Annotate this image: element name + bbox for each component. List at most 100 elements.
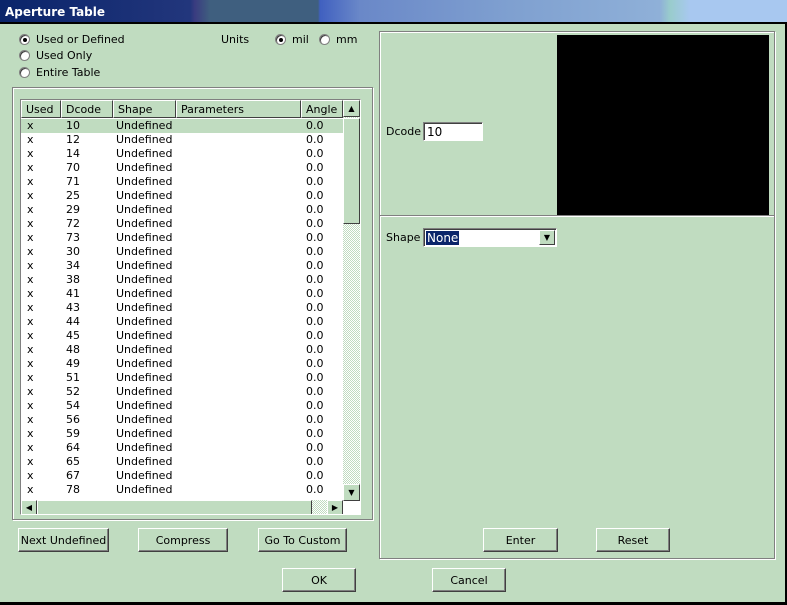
table-row[interactable]: x 12 Undefined 0.0	[21, 133, 343, 147]
cell-angle: 0.0	[306, 413, 324, 426]
cell-angle: 0.0	[306, 469, 324, 482]
radio-indicator	[19, 67, 30, 78]
cell-shape: Undefined	[116, 385, 173, 398]
compress-button[interactable]: Compress	[138, 528, 228, 552]
dcode-input[interactable]: 10	[423, 122, 483, 141]
cell-shape: Undefined	[116, 217, 173, 230]
cell-used: x	[27, 441, 34, 454]
radio-indicator	[275, 34, 286, 45]
cell-dcode: 70	[66, 161, 80, 174]
next-undefined-button[interactable]: Next Undefined	[18, 528, 109, 552]
table-row[interactable]: x 54 Undefined 0.0	[21, 399, 343, 413]
scroll-left-arrow-icon[interactable]: ◀	[21, 500, 37, 514]
cancel-button[interactable]: Cancel	[432, 568, 506, 592]
vertical-scroll-thumb[interactable]	[343, 118, 360, 224]
cell-used: x	[27, 385, 34, 398]
radio-indicator	[319, 34, 330, 45]
table-row[interactable]: x 29 Undefined 0.0	[21, 203, 343, 217]
cell-dcode: 14	[66, 147, 80, 160]
cell-dcode: 65	[66, 455, 80, 468]
column-header-shape[interactable]: Shape	[113, 100, 176, 118]
shape-selected-value: None	[426, 231, 460, 245]
horizontal-scrollbar[interactable]: ◀ ▶	[21, 500, 343, 514]
table-row[interactable]: x 65 Undefined 0.0	[21, 455, 343, 469]
column-header-dcode[interactable]: Dcode	[61, 100, 113, 118]
table-row[interactable]: x 78 Undefined 0.0	[21, 483, 343, 497]
table-row[interactable]: x 14 Undefined 0.0	[21, 147, 343, 161]
cell-shape: Undefined	[116, 357, 173, 370]
chevron-down-icon[interactable]: ▼	[539, 230, 555, 245]
table-row[interactable]: x 49 Undefined 0.0	[21, 357, 343, 371]
cell-dcode: 12	[66, 133, 80, 146]
cell-shape: Undefined	[116, 441, 173, 454]
cell-shape: Undefined	[116, 399, 173, 412]
cell-dcode: 72	[66, 217, 80, 230]
column-header-angle[interactable]: Angle	[301, 100, 343, 118]
cell-dcode: 67	[66, 469, 80, 482]
table-row[interactable]: x 43 Undefined 0.0	[21, 301, 343, 315]
table-row[interactable]: x 64 Undefined 0.0	[21, 441, 343, 455]
table-row[interactable]: x 70 Undefined 0.0	[21, 161, 343, 175]
table-row[interactable]: x 67 Undefined 0.0	[21, 469, 343, 483]
table-row[interactable]: x 45 Undefined 0.0	[21, 329, 343, 343]
table-row[interactable]: x 72 Undefined 0.0	[21, 217, 343, 231]
table-row[interactable]: x 56 Undefined 0.0	[21, 413, 343, 427]
table-row[interactable]: x 44 Undefined 0.0	[21, 315, 343, 329]
go-to-custom-button[interactable]: Go To Custom	[258, 528, 347, 552]
radio-mm[interactable]: mm	[319, 33, 357, 46]
table-row[interactable]: x 41 Undefined 0.0	[21, 287, 343, 301]
cell-dcode: 43	[66, 301, 80, 314]
dcode-label: Dcode	[386, 125, 421, 138]
table-row[interactable]: x 71 Undefined 0.0	[21, 175, 343, 189]
table-row[interactable]: x 51 Undefined 0.0	[21, 371, 343, 385]
cell-used: x	[27, 147, 34, 160]
cell-dcode: 52	[66, 385, 80, 398]
table-row[interactable]: x 30 Undefined 0.0	[21, 245, 343, 259]
column-header-used[interactable]: Used	[21, 100, 61, 118]
aperture-preview	[557, 35, 769, 215]
radio-indicator	[19, 50, 30, 61]
radio-label: mil	[292, 33, 309, 46]
table-row[interactable]: x 59 Undefined 0.0	[21, 427, 343, 441]
table-row[interactable]: x 38 Undefined 0.0	[21, 273, 343, 287]
cell-dcode: 41	[66, 287, 80, 300]
reset-button[interactable]: Reset	[596, 528, 670, 552]
column-header-parameters[interactable]: Parameters	[176, 100, 301, 118]
cell-dcode: 51	[66, 371, 80, 384]
cell-used: x	[27, 189, 34, 202]
cell-angle: 0.0	[306, 175, 324, 188]
cell-dcode: 34	[66, 259, 80, 272]
table-row[interactable]: x 34 Undefined 0.0	[21, 259, 343, 273]
table-row[interactable]: x 48 Undefined 0.0	[21, 343, 343, 357]
cell-dcode: 78	[66, 483, 80, 496]
ok-button[interactable]: OK	[282, 568, 356, 592]
aperture-table[interactable]: Used Dcode Shape Parameters Angle x 10 Und…	[20, 99, 361, 515]
table-row[interactable]: x 25 Undefined 0.0	[21, 189, 343, 203]
radio-used-or-defined[interactable]: Used or Defined	[19, 33, 125, 46]
cell-angle: 0.0	[306, 385, 324, 398]
cell-used: x	[27, 427, 34, 440]
scroll-down-arrow-icon[interactable]: ▼	[343, 484, 360, 501]
cell-used: x	[27, 315, 34, 328]
vertical-scrollbar[interactable]: ▲ ▼	[343, 100, 360, 501]
cell-shape: Undefined	[116, 245, 173, 258]
scroll-up-arrow-icon[interactable]: ▲	[343, 100, 360, 117]
table-row[interactable]: x 10 Undefined 0.0	[21, 119, 343, 133]
cell-dcode: 45	[66, 329, 80, 342]
window-title: Aperture Table	[5, 5, 106, 19]
radio-mil[interactable]: mil	[275, 33, 309, 46]
table-row[interactable]: x 52 Undefined 0.0	[21, 385, 343, 399]
horizontal-scroll-thumb[interactable]	[37, 500, 312, 514]
radio-entire-table[interactable]: Entire Table	[19, 66, 100, 79]
cell-angle: 0.0	[306, 371, 324, 384]
enter-button[interactable]: Enter	[483, 528, 558, 552]
cell-angle: 0.0	[306, 119, 324, 132]
title-bar[interactable]: Aperture Table	[0, 0, 787, 24]
table-row[interactable]: x 73 Undefined 0.0	[21, 231, 343, 245]
radio-used-only[interactable]: Used Only	[19, 49, 92, 62]
scroll-right-arrow-icon[interactable]: ▶	[327, 500, 343, 514]
shape-select[interactable]: None ▼	[423, 228, 557, 247]
cell-dcode: 44	[66, 315, 80, 328]
cell-angle: 0.0	[306, 329, 324, 342]
cell-shape: Undefined	[116, 133, 173, 146]
